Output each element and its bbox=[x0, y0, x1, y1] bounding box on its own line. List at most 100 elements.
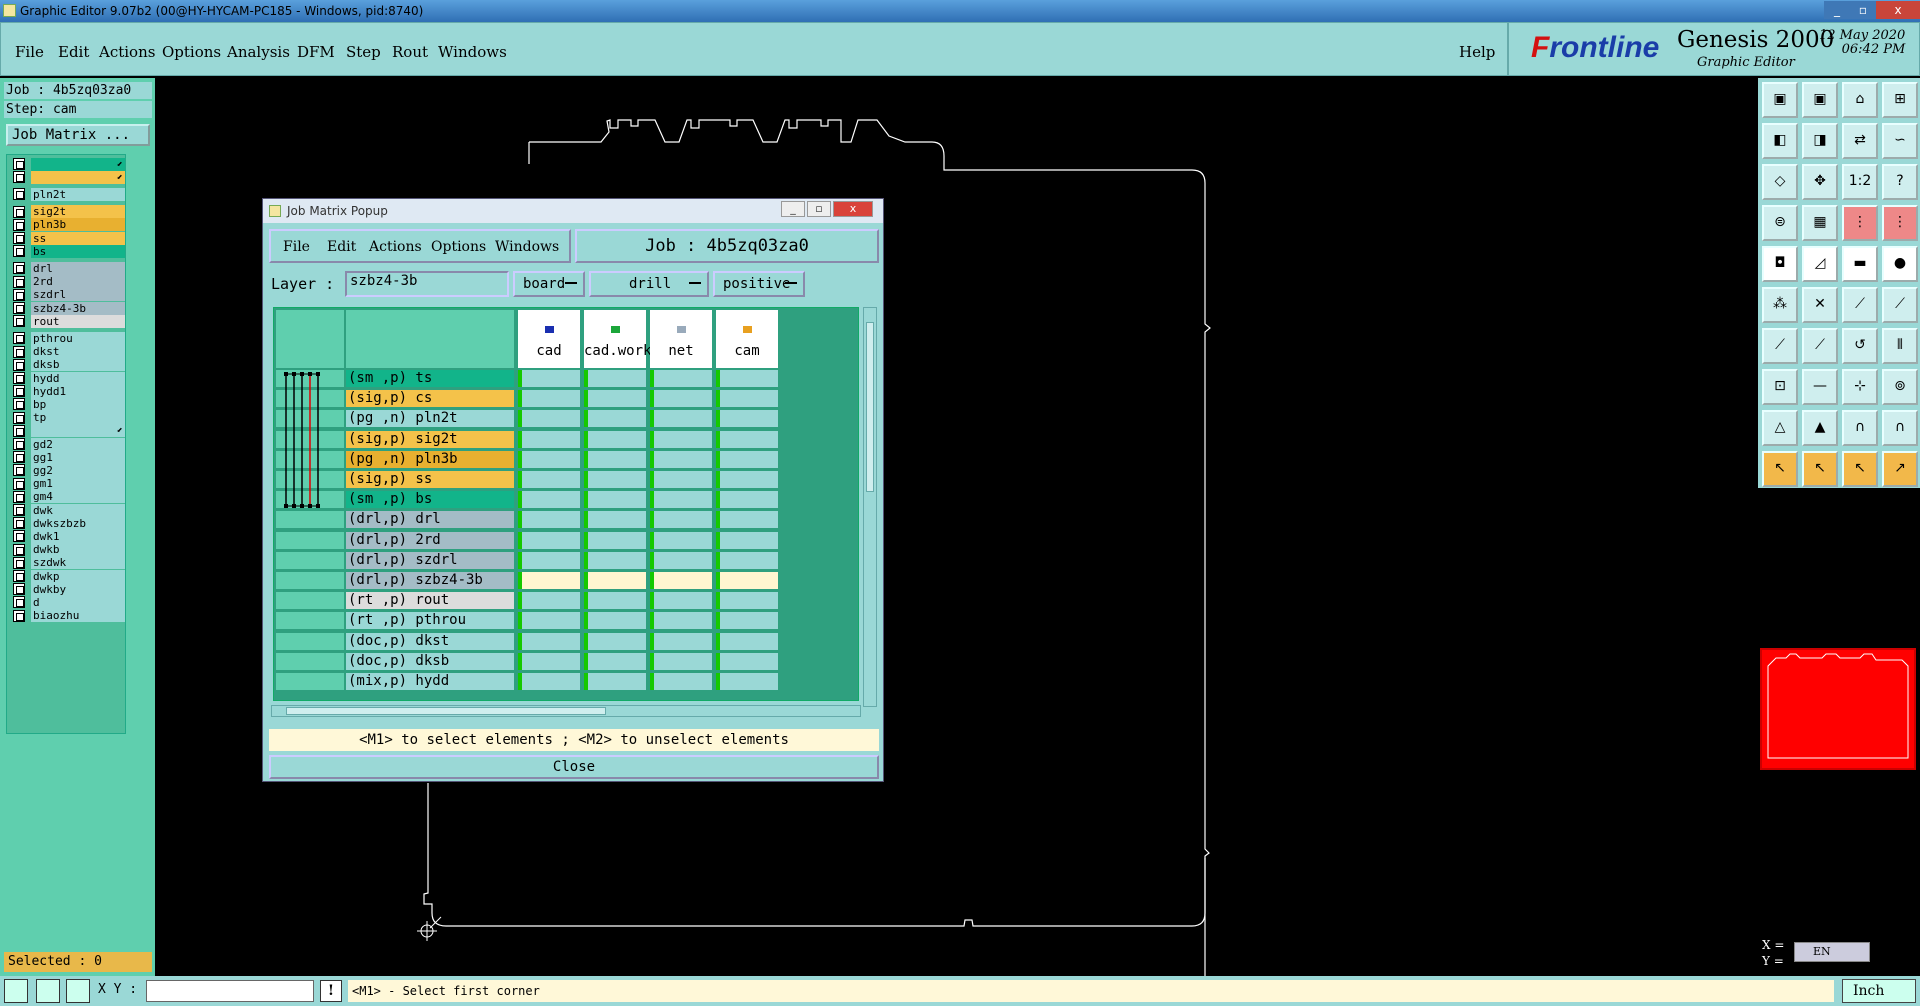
triangle-icon[interactable]: △ bbox=[1762, 410, 1798, 446]
layer-checkbox[interactable] bbox=[13, 171, 25, 184]
snap-grid-icon[interactable] bbox=[66, 979, 90, 1003]
layer-row[interactable]: tp bbox=[9, 411, 125, 425]
layer-row[interactable]: bp bbox=[9, 397, 125, 411]
layer-row[interactable]: dwkb bbox=[9, 543, 125, 557]
ime-indicator[interactable]: EN bbox=[1794, 942, 1870, 962]
layer-row[interactable]: rout bbox=[9, 314, 125, 328]
matrix-row-label[interactable]: (doc,p) dkst bbox=[346, 632, 514, 650]
xy-input[interactable] bbox=[146, 980, 314, 1002]
matrix-cell[interactable] bbox=[584, 531, 646, 549]
layer-row[interactable]: biaozhu bbox=[9, 609, 125, 623]
drill-span-cell[interactable] bbox=[276, 632, 344, 650]
home-icon[interactable]: ⌂ bbox=[1842, 82, 1878, 118]
menu-windows[interactable]: Windows bbox=[438, 43, 507, 61]
matrix-row-label[interactable]: (drl,p) szdrl bbox=[346, 551, 514, 569]
matrix-cell[interactable] bbox=[584, 632, 646, 650]
layer-row[interactable]: gg2 bbox=[9, 463, 125, 477]
move-icon[interactable]: ⊡ bbox=[1762, 369, 1798, 405]
layer-name[interactable]: ⬋ bbox=[31, 424, 125, 438]
triangle2-icon[interactable]: ▲ bbox=[1802, 410, 1838, 446]
layer-row[interactable]: 2rd bbox=[9, 275, 125, 289]
pointer4-icon[interactable]: ↗ bbox=[1882, 451, 1918, 487]
menu-step[interactable]: Step bbox=[346, 43, 381, 61]
draw-icon[interactable]: ⟋ bbox=[1762, 328, 1798, 364]
layer-name[interactable]: bp bbox=[31, 397, 125, 411]
layer-name[interactable]: dwk1 bbox=[31, 529, 125, 543]
matrix-cell[interactable] bbox=[650, 632, 712, 650]
layer-row[interactable]: dwkp bbox=[9, 569, 125, 583]
layer-name[interactable]: ⬋ bbox=[31, 170, 125, 184]
layer-checkbox[interactable] bbox=[13, 504, 25, 516]
layer-row[interactable]: dwkby bbox=[9, 582, 125, 596]
layer-checkbox[interactable] bbox=[13, 218, 25, 231]
layer-checkbox[interactable] bbox=[13, 262, 25, 275]
layer-row[interactable]: szbz4-3b bbox=[9, 301, 125, 315]
layer-row[interactable]: ⬋ bbox=[9, 170, 125, 184]
matrix-row-label[interactable]: (rt ,p) rout bbox=[346, 592, 514, 610]
layer-checkbox[interactable] bbox=[13, 424, 25, 437]
matrix-cell[interactable] bbox=[584, 370, 646, 387]
layer-row[interactable]: sig2t bbox=[9, 205, 125, 219]
matrix-cell[interactable] bbox=[650, 370, 712, 387]
matrix-cell[interactable] bbox=[518, 491, 580, 509]
net-icon[interactable]: ⁂ bbox=[1762, 287, 1798, 323]
layer-checkbox[interactable] bbox=[13, 543, 25, 556]
layer-name[interactable]: dwkby bbox=[31, 582, 125, 596]
matrix-row-label[interactable]: (mix,p) hydd bbox=[346, 673, 514, 690]
layer-name[interactable]: gg1 bbox=[31, 450, 125, 464]
pan-left-icon[interactable]: ◧ bbox=[1762, 123, 1798, 159]
arc-icon[interactable]: ↺ bbox=[1842, 328, 1878, 364]
step-column-header[interactable]: cad bbox=[518, 310, 580, 368]
ratio-icon[interactable]: 1:2 bbox=[1842, 164, 1878, 200]
matrix-cell[interactable] bbox=[650, 612, 712, 630]
minimize-button[interactable]: _ bbox=[1824, 1, 1850, 19]
layer-checkbox[interactable] bbox=[13, 302, 25, 314]
layer-row[interactable]: dksb bbox=[9, 358, 125, 372]
popup-close-button[interactable]: x bbox=[833, 201, 873, 217]
arch-icon[interactable]: ∩ bbox=[1842, 410, 1878, 446]
matrix-row-label[interactable]: (drl,p) 2rd bbox=[346, 531, 514, 549]
center-icon[interactable]: ⊹ bbox=[1842, 369, 1878, 405]
layer-checkbox[interactable] bbox=[13, 451, 25, 464]
traffic-icon[interactable]: ⋮ bbox=[1842, 205, 1878, 241]
pointer-icon[interactable]: ↖ bbox=[1762, 451, 1798, 487]
zoom-window-icon[interactable] bbox=[4, 979, 28, 1003]
step-down-icon[interactable]: ▣ bbox=[1802, 82, 1838, 118]
matrix-cell[interactable] bbox=[716, 551, 778, 569]
matrix-cell[interactable] bbox=[650, 652, 712, 670]
layer-checkbox[interactable] bbox=[13, 490, 25, 503]
matrix-cell[interactable] bbox=[716, 612, 778, 630]
layer-checkbox[interactable] bbox=[13, 570, 25, 582]
matrix-cell[interactable] bbox=[518, 471, 580, 488]
matrix-cell[interactable] bbox=[650, 410, 712, 428]
layer-checkbox[interactable] bbox=[13, 345, 25, 358]
cross-icon[interactable]: ✕ bbox=[1802, 287, 1838, 323]
matrix-row-label[interactable]: (sm ,p) ts bbox=[346, 370, 514, 387]
layer-name[interactable]: gm4 bbox=[31, 490, 125, 504]
layer-checkbox[interactable] bbox=[13, 372, 25, 384]
layer-checkbox[interactable] bbox=[13, 556, 25, 569]
layers-icon[interactable]: ⊜ bbox=[1762, 205, 1798, 241]
matrix-cell[interactable] bbox=[584, 511, 646, 529]
info-icon[interactable]: ! bbox=[320, 980, 342, 1002]
menu-edit[interactable]: Edit bbox=[58, 43, 89, 61]
layer-name[interactable]: bs bbox=[31, 244, 125, 258]
matrix-row-label[interactable]: (sig,p) sig2t bbox=[346, 430, 514, 448]
dot-icon[interactable]: ● bbox=[1882, 246, 1918, 282]
arch2-icon[interactable]: ∩ bbox=[1882, 410, 1918, 446]
layer-name[interactable]: rout bbox=[31, 314, 125, 328]
pan-right-icon[interactable]: ◨ bbox=[1802, 123, 1838, 159]
matrix-cell[interactable] bbox=[716, 450, 778, 468]
context-combo[interactable]: board bbox=[513, 271, 585, 297]
layer-checkbox[interactable] bbox=[13, 315, 25, 328]
matrix-row-label[interactable]: (sig,p) ss bbox=[346, 471, 514, 488]
layer-name[interactable]: gm1 bbox=[31, 477, 125, 491]
matrix-cell[interactable] bbox=[650, 572, 712, 589]
matrix-cell[interactable] bbox=[716, 632, 778, 650]
matrix-cell[interactable] bbox=[584, 450, 646, 468]
layer-name[interactable]: drl bbox=[31, 261, 125, 275]
matrix-cell[interactable] bbox=[584, 673, 646, 690]
layer-name[interactable]: szdrl bbox=[31, 288, 125, 302]
matrix-cell[interactable] bbox=[518, 531, 580, 549]
matrix-cell[interactable] bbox=[584, 551, 646, 569]
